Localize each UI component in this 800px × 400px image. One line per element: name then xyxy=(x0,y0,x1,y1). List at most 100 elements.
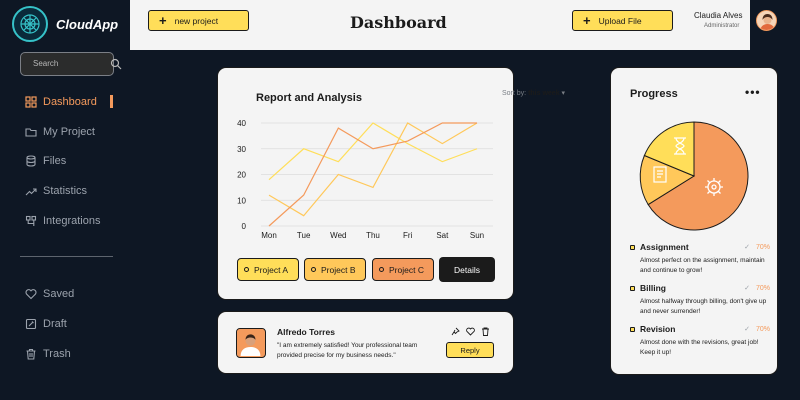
heart-icon[interactable] xyxy=(466,327,475,336)
progress-pie xyxy=(639,121,749,231)
review-text: "I am extremely satisfied! Your professi… xyxy=(277,342,418,359)
progress-label: Assignment xyxy=(640,242,689,252)
line-chart: 0 10 20 30 40 Mon Tue Wed Thu Fri Sat Sun xyxy=(237,119,493,240)
progress-item-billing: Billing ✓ 70% Almost halfway through bill… xyxy=(630,283,770,316)
sort-selector[interactable]: Sort by: this week ▾ xyxy=(502,89,565,97)
legend-dot-icon xyxy=(379,267,384,272)
details-button[interactable]: Details xyxy=(439,257,495,282)
legend-project-b[interactable]: Project B xyxy=(304,258,366,281)
progress-desc: Almost done with the revisions, great jo… xyxy=(640,339,759,356)
x-tick-label: Tue xyxy=(297,231,311,240)
search-icon[interactable] xyxy=(110,58,122,70)
legend-label: Project C xyxy=(389,264,424,275)
y-tick-label: 20 xyxy=(237,171,246,180)
heart-icon xyxy=(25,289,37,300)
progress-item-revision: Revision ✓ 70% Almost done with the revis… xyxy=(630,324,770,357)
review-actions xyxy=(451,327,490,336)
upload-file-button[interactable]: + Upload File xyxy=(572,10,673,31)
page-title: Dashboard xyxy=(350,13,447,32)
progress-label: Revision xyxy=(640,324,676,334)
database-icon xyxy=(26,155,36,167)
sidebar-item-dashboard[interactable]: Dashboard xyxy=(25,94,97,110)
x-tick-label: Sun xyxy=(470,231,484,240)
progress-title: Progress xyxy=(630,88,678,100)
grid-icon xyxy=(25,96,37,108)
review-card: Alfredo Torres "I am extremely satisfied… xyxy=(217,311,514,374)
legend-label: Project A xyxy=(254,264,289,275)
y-tick-label: 10 xyxy=(237,196,246,205)
progress-card: Progress ••• Assignment ✓ 70% Almost perf… xyxy=(610,67,778,375)
x-tick-label: Mon xyxy=(261,231,277,240)
trend-icon xyxy=(25,188,37,196)
legend-dot-icon xyxy=(311,267,316,272)
bullet-icon xyxy=(630,285,635,291)
user-name: Claudia Alves xyxy=(694,11,743,20)
header: + new project Dashboard + Upload File Cl… xyxy=(130,0,750,50)
bullet-icon xyxy=(630,244,635,250)
plus-icon: + xyxy=(159,13,167,28)
puzzle-icon xyxy=(25,215,37,226)
chevron-down-icon: ▾ xyxy=(561,90,566,97)
legend-project-c[interactable]: Project C xyxy=(372,258,434,281)
bullet-icon xyxy=(630,326,635,332)
progress-percent: 70% xyxy=(755,284,770,292)
cloudapp-logo-icon xyxy=(12,6,48,42)
sidebar-item-label: Files xyxy=(43,155,67,167)
x-tick-label: Sat xyxy=(436,231,449,240)
sidebar-item-files[interactable]: Files xyxy=(25,153,66,169)
sidebar-item-saved[interactable]: Saved xyxy=(25,286,74,302)
x-tick-label: Thu xyxy=(366,231,380,240)
x-tick-label: Fri xyxy=(403,231,413,240)
sidebar-item-label: Dashboard xyxy=(43,96,97,108)
progress-label: Billing xyxy=(640,283,666,293)
new-project-label: new project xyxy=(174,15,219,26)
sidebar-item-label: Trash xyxy=(43,348,71,360)
sidebar-item-draft[interactable]: Draft xyxy=(25,316,67,332)
upload-file-label: Upload File xyxy=(598,15,642,26)
series-line-project-a xyxy=(268,122,478,181)
sidebar-item-label: Draft xyxy=(43,318,67,330)
y-tick-label: 30 xyxy=(237,145,246,154)
sidebar-item-integrations[interactable]: Integrations xyxy=(25,213,100,229)
sort-prefix: Sort by: xyxy=(502,90,527,97)
legend-label: Project B xyxy=(321,264,356,275)
progress-desc: Almost perfect on the assignment, mainta… xyxy=(640,257,765,274)
legend-dot-icon xyxy=(244,267,249,272)
sidebar-item-label: My Project xyxy=(43,126,95,138)
series-line-project-b xyxy=(268,122,478,217)
check-icon: ✓ xyxy=(744,285,750,292)
trash-icon[interactable] xyxy=(481,327,490,336)
active-indicator xyxy=(110,95,113,108)
reply-button[interactable]: Reply xyxy=(446,342,494,358)
sidebar-item-label: Saved xyxy=(43,288,75,300)
reviewer-name: Alfredo Torres xyxy=(277,327,335,337)
sidebar-item-my-project[interactable]: My Project xyxy=(25,124,95,140)
y-tick-label: 0 xyxy=(242,222,247,231)
check-icon: ✓ xyxy=(744,244,750,251)
plus-icon: + xyxy=(583,13,591,28)
sidebar-item-statistics[interactable]: Statistics xyxy=(25,183,87,199)
brand[interactable]: CloudApp xyxy=(12,6,118,42)
draft-icon xyxy=(25,318,37,330)
report-card: Report and Analysis 0 10 20 30 40 Mon Tue Wed Th… xyxy=(217,67,514,300)
search-input[interactable]: Search xyxy=(20,52,114,76)
trash-icon xyxy=(26,348,36,360)
new-project-button[interactable]: + new project xyxy=(148,10,249,31)
avatar[interactable] xyxy=(756,10,777,31)
reviewer-avatar xyxy=(236,328,266,358)
sidebar-item-label: Integrations xyxy=(43,215,101,227)
sidebar: CloudApp Search Dashboard My Project Fil… xyxy=(0,0,128,400)
brand-name: CloudApp xyxy=(56,16,119,32)
sidebar-item-trash[interactable]: Trash xyxy=(25,346,71,362)
progress-item-assignment: Assignment ✓ 70% Almost perfect on the as… xyxy=(630,242,770,275)
x-tick-label: Wed xyxy=(330,231,346,240)
pin-icon[interactable] xyxy=(451,327,460,336)
sort-value: this week xyxy=(528,90,560,97)
progress-desc: Almost halfway through billing, don't gi… xyxy=(640,298,767,315)
y-tick-label: 40 xyxy=(237,119,246,128)
legend-project-a[interactable]: Project A xyxy=(237,258,299,281)
more-options-icon[interactable]: ••• xyxy=(745,85,761,99)
progress-percent: 70% xyxy=(755,325,770,333)
check-icon: ✓ xyxy=(744,326,750,333)
folder-icon xyxy=(25,128,37,137)
